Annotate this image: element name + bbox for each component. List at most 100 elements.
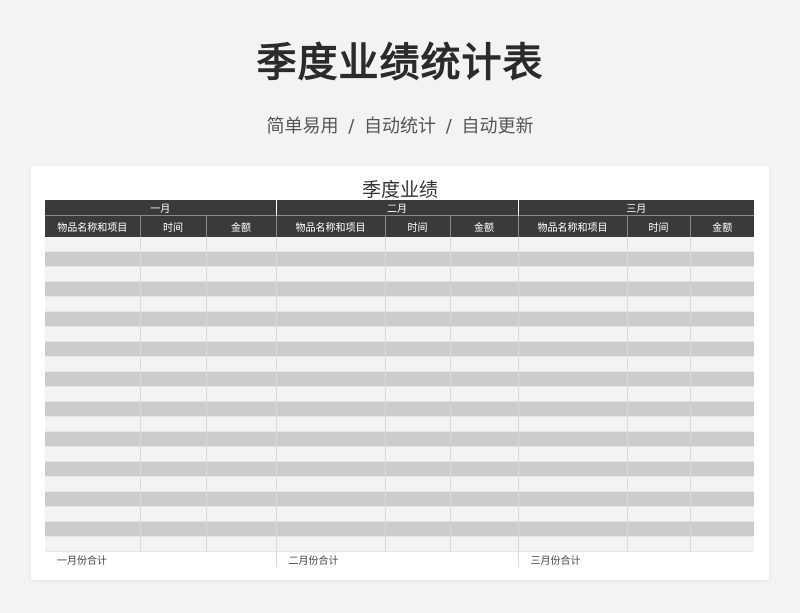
table-cell[interactable] [139,476,206,492]
table-cell[interactable] [205,326,277,342]
table-cell[interactable] [689,251,755,267]
table-cell[interactable] [384,251,451,267]
table-cell[interactable] [205,311,277,327]
table-cell[interactable] [517,446,628,462]
table-cell[interactable] [517,476,628,492]
table-cell[interactable] [45,521,140,537]
table-cell[interactable] [45,296,140,312]
table-cell[interactable] [45,266,140,282]
table-cell[interactable] [626,521,691,537]
table-cell[interactable] [205,251,277,267]
table-cell[interactable] [384,296,451,312]
table-cell[interactable] [449,326,519,342]
table-cell[interactable] [384,506,451,522]
table-cell[interactable] [139,386,206,402]
table-cell[interactable] [517,281,628,297]
table-cell[interactable] [517,341,628,357]
table-cell[interactable] [205,431,277,447]
table-cell[interactable] [449,356,519,372]
table-cell[interactable] [517,386,628,402]
table-cell[interactable] [449,386,519,402]
table-cell[interactable] [45,476,140,492]
table-cell[interactable] [517,461,628,477]
table-cell[interactable] [205,296,277,312]
table-cell[interactable] [139,446,206,462]
table-cell[interactable] [626,431,691,447]
table-cell[interactable] [205,506,277,522]
table-cell[interactable] [205,491,277,507]
table-cell[interactable] [139,506,206,522]
table-cell[interactable] [139,341,206,357]
table-cell[interactable] [626,341,691,357]
table-cell[interactable] [517,371,628,387]
table-cell[interactable] [384,326,451,342]
table-cell[interactable] [45,461,140,477]
table-cell[interactable] [626,326,691,342]
table-cell[interactable] [275,281,386,297]
table-cell[interactable] [384,237,451,252]
table-cell[interactable] [384,446,451,462]
table-cell[interactable] [626,266,691,282]
table-cell[interactable] [45,401,140,417]
table-cell[interactable] [517,311,628,327]
table-cell[interactable] [384,266,451,282]
table-cell[interactable] [139,281,206,297]
table-cell[interactable] [384,416,451,432]
table-cell[interactable] [45,506,140,522]
table-cell[interactable] [205,237,277,252]
table-cell[interactable] [139,536,206,552]
table-cell[interactable] [205,401,277,417]
table-cell[interactable] [45,386,140,402]
table-cell[interactable] [275,416,386,432]
table-cell[interactable] [45,416,140,432]
table-cell[interactable] [517,416,628,432]
table-cell[interactable] [139,296,206,312]
table-cell[interactable] [449,506,519,522]
table-cell[interactable] [275,506,386,522]
table-cell[interactable] [517,401,628,417]
table-cell[interactable] [45,371,140,387]
table-cell[interactable] [449,251,519,267]
table-cell[interactable] [205,371,277,387]
table-cell[interactable] [517,431,628,447]
table-cell[interactable] [626,416,691,432]
table-cell[interactable] [449,311,519,327]
table-cell[interactable] [384,356,451,372]
table-cell[interactable] [275,296,386,312]
table-cell[interactable] [626,491,691,507]
table-cell[interactable] [689,431,755,447]
table-cell[interactable] [449,341,519,357]
table-cell[interactable] [626,311,691,327]
table-cell[interactable] [626,251,691,267]
table-cell[interactable] [689,416,755,432]
table-cell[interactable] [689,237,755,252]
table-cell[interactable] [449,371,519,387]
table-cell[interactable] [449,536,519,552]
table-cell[interactable] [275,356,386,372]
table-cell[interactable] [275,386,386,402]
table-cell[interactable] [139,356,206,372]
table-cell[interactable] [275,476,386,492]
table-cell[interactable] [45,341,140,357]
table-cell[interactable] [139,521,206,537]
table-cell[interactable] [626,386,691,402]
table-cell[interactable] [449,416,519,432]
table-cell[interactable] [449,476,519,492]
table-cell[interactable] [689,296,755,312]
table-cell[interactable] [449,431,519,447]
table-cell[interactable] [275,401,386,417]
table-cell[interactable] [45,491,140,507]
table-cell[interactable] [275,371,386,387]
table-cell[interactable] [689,266,755,282]
table-cell[interactable] [205,476,277,492]
table-cell[interactable] [626,281,691,297]
table-cell[interactable] [205,536,277,552]
table-cell[interactable] [384,536,451,552]
table-cell[interactable] [689,341,755,357]
table-cell[interactable] [517,266,628,282]
table-cell[interactable] [384,281,451,297]
table-cell[interactable] [689,521,755,537]
table-cell[interactable] [626,461,691,477]
table-cell[interactable] [275,491,386,507]
table-cell[interactable] [45,326,140,342]
